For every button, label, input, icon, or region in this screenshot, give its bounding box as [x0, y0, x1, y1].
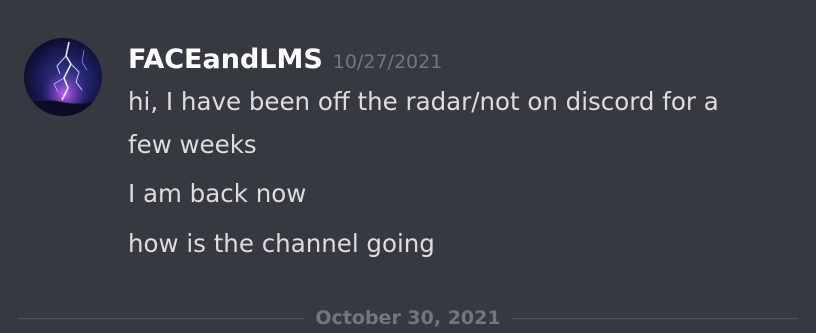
message-timestamp: 10/27/2021: [332, 51, 443, 73]
lightning-storm-avatar-icon: [24, 38, 102, 116]
message-line: how is the channel going: [128, 229, 435, 258]
message-line: I am back now: [128, 179, 307, 208]
message-line: few weeks: [128, 130, 257, 159]
date-divider-label: October 30, 2021: [305, 307, 511, 329]
username[interactable]: FACEandLMS: [128, 44, 323, 75]
message-header: FACEandLMS 10/27/2021: [128, 42, 442, 80]
avatar[interactable]: [24, 38, 102, 116]
message-group: FACEandLMS 10/27/2021 hi, I have been off…: [0, 0, 816, 300]
message-line: hi, I have been off the radar/not on dis…: [128, 87, 719, 116]
date-divider: October 30, 2021: [0, 304, 816, 333]
